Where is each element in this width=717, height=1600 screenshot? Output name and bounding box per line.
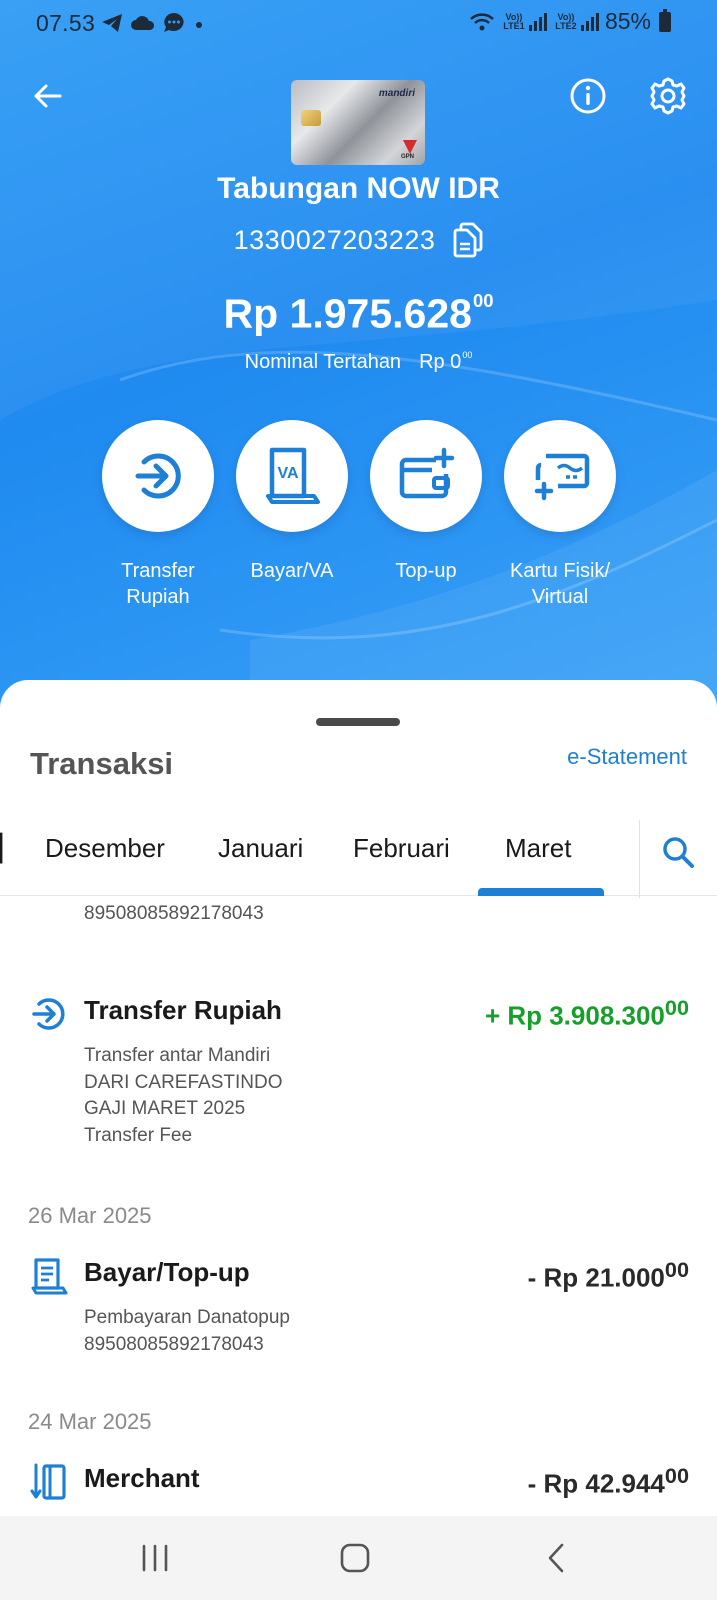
gpn-logo-icon: [403, 140, 417, 154]
transaction-amount: - Rp 21.00000: [527, 1257, 689, 1293]
transfer-icon: [135, 453, 181, 499]
home-button[interactable]: [325, 1538, 385, 1578]
battery-icon: [659, 8, 671, 32]
account-name: Tabungan NOW IDR: [217, 172, 500, 205]
action-label: Top-up: [395, 560, 457, 582]
system-navigation-bar: [0, 1516, 717, 1600]
transaction-amount: - Rp 42.94400: [527, 1463, 689, 1499]
recent-apps-icon: [142, 1544, 168, 1572]
transactions-sheet: Transaksi e-Statement ▏ Desember Januari…: [0, 680, 717, 1520]
date-header: 24 Mar 2025: [28, 1409, 152, 1434]
transaction-list: 89508085892178043 Transfer Rupiah + Rp 3…: [0, 897, 717, 1520]
copy-icon[interactable]: [451, 222, 483, 258]
more-notifications-dot-icon: [196, 22, 202, 28]
chat-bubble-icon: [164, 13, 184, 32]
date-header: 26 Mar 2025: [28, 1203, 152, 1228]
action-label: Kartu Fisik/ Virtual: [509, 560, 611, 608]
transfer-icon: [32, 998, 65, 1030]
active-tab-indicator: [478, 888, 604, 896]
transaction-description: Transfer antar Mandiri DARI CAREFASTINDO…: [84, 1045, 283, 1146]
transaction-description: Pembayaran Danatopup 89508085892178043: [84, 1307, 290, 1355]
card-add-icon: [534, 453, 590, 501]
action-kartu-fisik-virtual[interactable]: Kartu Fisik/ Virtual: [495, 420, 625, 610]
card-network-label: GPN: [401, 154, 415, 160]
svg-text:VA: VA: [277, 465, 298, 482]
month-tabs: ▏ Desember Januari Februari Maret: [0, 800, 717, 898]
tab-maret[interactable]: Maret: [505, 800, 571, 896]
action-transfer-rupiah[interactable]: Transfer Rupiah: [93, 420, 223, 610]
search-icon: [663, 837, 694, 868]
sheet-drag-handle[interactable]: [316, 718, 400, 726]
transaction-search-button[interactable]: [650, 824, 706, 880]
back-button[interactable]: [24, 72, 72, 120]
va-bill-icon: VA: [266, 447, 320, 504]
tab-divider: [639, 820, 640, 898]
held-amount: Rp 000: [419, 350, 473, 373]
sim1-signal-icon: Vo)) LTE1: [501, 12, 547, 31]
account-balance: Rp 1.975.62800: [223, 290, 494, 337]
tab-februari[interactable]: Februari: [353, 800, 450, 896]
wallet-add-icon: [399, 447, 455, 499]
transaction-title: Bayar/Top-up: [84, 1257, 250, 1287]
merchant-icon: [30, 1463, 66, 1500]
action-top-up[interactable]: Top-up: [361, 420, 491, 610]
debit-card-image[interactable]: mandiri GPN: [291, 80, 425, 165]
battery-percent: 85%: [604, 8, 651, 34]
transaction-description-partial: 89508085892178043: [84, 903, 264, 924]
balance-cents: 00: [472, 290, 494, 311]
status-bar: 07.53 Vo)) LTE1 Vo)) LTE2 85%: [0, 0, 717, 48]
info-icon: [570, 78, 606, 114]
info-button[interactable]: [564, 72, 612, 120]
held-label: Nominal Tertahan: [244, 350, 402, 373]
status-time: 07.53: [36, 10, 96, 36]
transaction-title: Merchant: [84, 1463, 200, 1493]
recent-apps-button[interactable]: [125, 1538, 185, 1578]
sheet-title: Transaksi: [30, 746, 174, 781]
nav-back-button[interactable]: [527, 1538, 587, 1578]
action-bayar-va[interactable]: VA Bayar/VA: [227, 420, 357, 610]
notification-icons: [100, 11, 206, 35]
quick-actions: Transfer Rupiah VA Bayar/VA Top-up Kartu…: [93, 420, 625, 610]
held-amount-row: Nominal Tertahan Rp 000: [0, 350, 717, 374]
account-number-row: 1330027203223: [0, 222, 717, 258]
telegram-icon: [102, 14, 122, 32]
cloud-icon: [131, 16, 155, 30]
back-chevron-icon: [548, 1543, 564, 1573]
tab-previous-partial[interactable]: ▏: [0, 800, 4, 896]
transaction-title: Transfer Rupiah: [84, 995, 282, 1025]
gear-icon: [650, 77, 686, 115]
action-label: Bayar/VA: [250, 560, 334, 582]
transaction-amount: + Rp 3.908.30000: [484, 995, 689, 1031]
tab-desember[interactable]: Desember: [45, 800, 165, 896]
account-number: 1330027203223: [233, 224, 436, 255]
status-right: Vo)) LTE1 Vo)) LTE2 85%: [469, 8, 671, 35]
action-label: Transfer Rupiah: [121, 560, 195, 608]
home-icon: [340, 1543, 370, 1573]
arrow-left-icon: [34, 84, 62, 108]
e-statement-link[interactable]: e-Statement: [567, 744, 687, 770]
tab-januari[interactable]: Januari: [218, 800, 303, 896]
card-brand-logo: mandiri: [378, 88, 415, 99]
sim2-signal-icon: Vo)) LTE2: [553, 12, 599, 31]
wifi-icon: [470, 12, 494, 30]
receipt-icon: [31, 1258, 68, 1295]
settings-button[interactable]: [644, 72, 692, 120]
account-header: 07.53 Vo)) LTE1 Vo)) LTE2 85% mandiri GP…: [0, 0, 717, 720]
card-chip: [301, 110, 321, 126]
